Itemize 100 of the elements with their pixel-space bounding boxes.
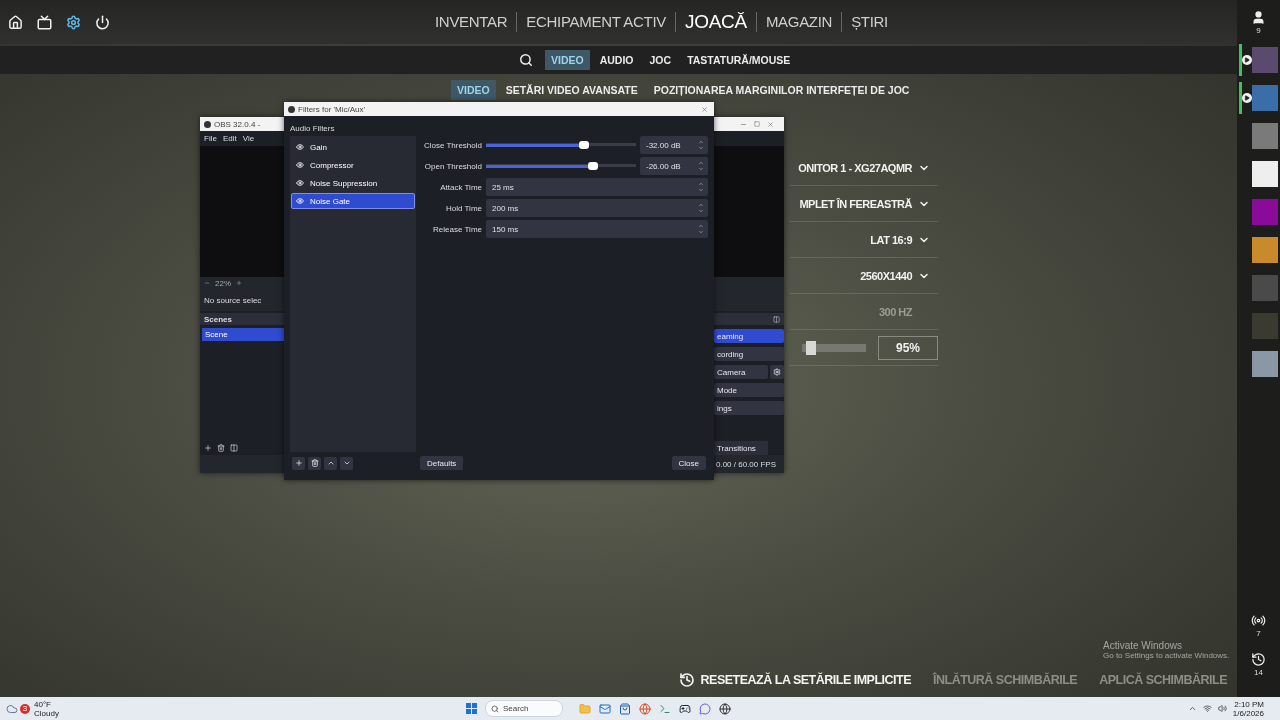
slider-track[interactable] bbox=[486, 141, 636, 149]
move-up-button[interactable] bbox=[324, 456, 337, 470]
clock-time: 2:10 PM bbox=[1234, 699, 1264, 709]
caret-icon[interactable] bbox=[1187, 704, 1197, 713]
filter-item[interactable]: Compressor bbox=[291, 157, 415, 173]
gear-icon bbox=[773, 368, 781, 376]
active-indicator bbox=[1238, 82, 1242, 114]
settings-button[interactable] bbox=[770, 365, 784, 379]
tv-icon[interactable] bbox=[37, 14, 52, 30]
play-icon bbox=[1241, 55, 1252, 65]
control-button[interactable]: Camera bbox=[714, 365, 768, 379]
eye-icon[interactable] bbox=[296, 143, 304, 151]
plus-icon bbox=[294, 459, 303, 467]
nav-tab[interactable]: ECHIPAMENT ACTIV bbox=[516, 12, 675, 32]
menu-item[interactable]: Edit bbox=[222, 134, 237, 143]
store-icon[interactable] bbox=[619, 702, 631, 715]
video-tab[interactable]: POZIȚIONAREA MARGINILOR INTERFEȚEI DE JOC bbox=[647, 80, 916, 100]
setting-value[interactable]: 2560X1440 bbox=[860, 269, 912, 282]
window-title: OBS 32.0.4 - bbox=[214, 119, 261, 129]
count-label: 14 bbox=[1254, 668, 1263, 677]
property-label: Attack Time bbox=[439, 182, 482, 192]
app-logo-icon bbox=[204, 120, 211, 128]
eye-icon[interactable] bbox=[296, 179, 304, 187]
plus-icon[interactable] bbox=[236, 280, 242, 286]
slider-thumb[interactable] bbox=[805, 340, 816, 355]
spin-field[interactable]: 25 ms bbox=[486, 178, 708, 196]
avatar-placeholder[interactable] bbox=[1251, 351, 1278, 377]
add-button[interactable] bbox=[292, 456, 305, 470]
settings-tab[interactable]: VIDEO bbox=[545, 50, 590, 70]
broadcast-icon[interactable] bbox=[1251, 613, 1266, 628]
chat-icon[interactable] bbox=[699, 702, 711, 715]
filter-item[interactable]: Noise Gate bbox=[291, 193, 415, 209]
weather-condition: Cloudy bbox=[34, 708, 59, 718]
avatar-placeholder[interactable] bbox=[1251, 161, 1278, 187]
filter-item[interactable]: Noise Suppression bbox=[291, 175, 415, 191]
setting-value[interactable]: LAT 16:9 bbox=[870, 233, 912, 246]
settings-tab[interactable]: TASTATURĂ/MOUSE bbox=[681, 50, 797, 70]
menu-item[interactable]: Vie bbox=[242, 134, 255, 143]
settings-tab[interactable]: JOC bbox=[643, 50, 678, 70]
eye-icon[interactable] bbox=[296, 161, 304, 169]
delete-button[interactable] bbox=[308, 456, 321, 470]
home-icon[interactable] bbox=[8, 14, 23, 30]
globe-icon[interactable] bbox=[719, 702, 731, 715]
search-icon bbox=[491, 704, 499, 713]
windows-start-icon[interactable] bbox=[466, 703, 477, 714]
eye-icon[interactable] bbox=[296, 197, 304, 205]
dock-tab[interactable]: Transitions bbox=[714, 441, 768, 455]
power-icon[interactable] bbox=[95, 14, 110, 30]
spin-field[interactable]: 150 ms bbox=[486, 220, 708, 238]
slider-track[interactable] bbox=[486, 162, 636, 170]
wifi-icon[interactable] bbox=[1202, 704, 1212, 713]
setting-value[interactable]: ONITOR 1 - XG27AQMR bbox=[798, 161, 912, 174]
control-button[interactable]: cording bbox=[714, 347, 784, 361]
control-button[interactable]: eaming bbox=[714, 329, 784, 343]
spin-field[interactable]: -26.00 dB bbox=[640, 157, 708, 175]
dock-header: Scenes bbox=[200, 313, 284, 325]
avatar-placeholder[interactable] bbox=[1251, 237, 1278, 263]
control-button[interactable]: ings bbox=[714, 401, 784, 415]
menu-item[interactable]: File bbox=[204, 134, 217, 143]
close-button[interactable]: Close bbox=[671, 456, 706, 470]
spin-field[interactable]: -32.00 dB bbox=[640, 136, 708, 154]
temperature: 40°F bbox=[34, 699, 52, 709]
defaults-button[interactable]: Defaults bbox=[420, 456, 464, 470]
scene-item[interactable]: Scene bbox=[202, 328, 284, 341]
gamepad-icon[interactable] bbox=[679, 702, 691, 715]
settings-icon[interactable] bbox=[66, 14, 81, 30]
trash-icon[interactable] bbox=[217, 444, 225, 452]
property-label: Release Time bbox=[432, 224, 482, 234]
fps-status: 0.00 / 60.00 FPS bbox=[716, 459, 777, 469]
property-label: Hold Time bbox=[445, 203, 482, 213]
search-field[interactable]: Search bbox=[485, 700, 563, 717]
nav-tab[interactable]: INVENTAR bbox=[426, 12, 517, 32]
add-icon[interactable] bbox=[204, 444, 212, 452]
nav-tab[interactable]: JOACĂ bbox=[675, 12, 756, 32]
video-tab[interactable]: SETĂRI VIDEO AVANSATE bbox=[499, 80, 644, 100]
history-icon[interactable] bbox=[1251, 652, 1266, 667]
action-button[interactable]: RESETEAZĂ LA SETĂRILE IMPLICITE bbox=[678, 672, 911, 688]
settings-tab[interactable]: AUDIO bbox=[593, 50, 640, 70]
control-button[interactable]: Mode bbox=[714, 383, 784, 397]
volume-icon[interactable] bbox=[1217, 704, 1227, 713]
nav-tab[interactable]: ȘTIRI bbox=[841, 12, 897, 32]
nav-tab[interactable]: MAGAZIN bbox=[755, 12, 842, 32]
dock-icon[interactable] bbox=[773, 315, 780, 323]
zoom-level: 22% bbox=[215, 278, 231, 288]
terminal-icon[interactable] bbox=[659, 702, 671, 715]
app-logo-icon bbox=[288, 105, 295, 113]
video-tab[interactable]: VIDEO bbox=[451, 80, 496, 100]
filter-icon[interactable] bbox=[230, 444, 238, 452]
filter-item[interactable]: Gain bbox=[291, 139, 415, 155]
slider-thumb[interactable] bbox=[578, 141, 589, 149]
mail-icon[interactable] bbox=[599, 702, 611, 715]
spin-field[interactable]: 200 ms bbox=[486, 199, 708, 217]
setting-value[interactable]: MPLET ÎN FEREASTRĂ bbox=[799, 197, 912, 210]
search-icon[interactable] bbox=[519, 53, 533, 67]
friends-icon[interactable] bbox=[1251, 10, 1266, 25]
slider-thumb[interactable] bbox=[587, 162, 598, 170]
active-indicator bbox=[1238, 44, 1242, 76]
move-down-button[interactable] bbox=[340, 456, 353, 470]
cloud-icon[interactable] bbox=[6, 702, 18, 715]
slider-track[interactable] bbox=[802, 343, 866, 352]
